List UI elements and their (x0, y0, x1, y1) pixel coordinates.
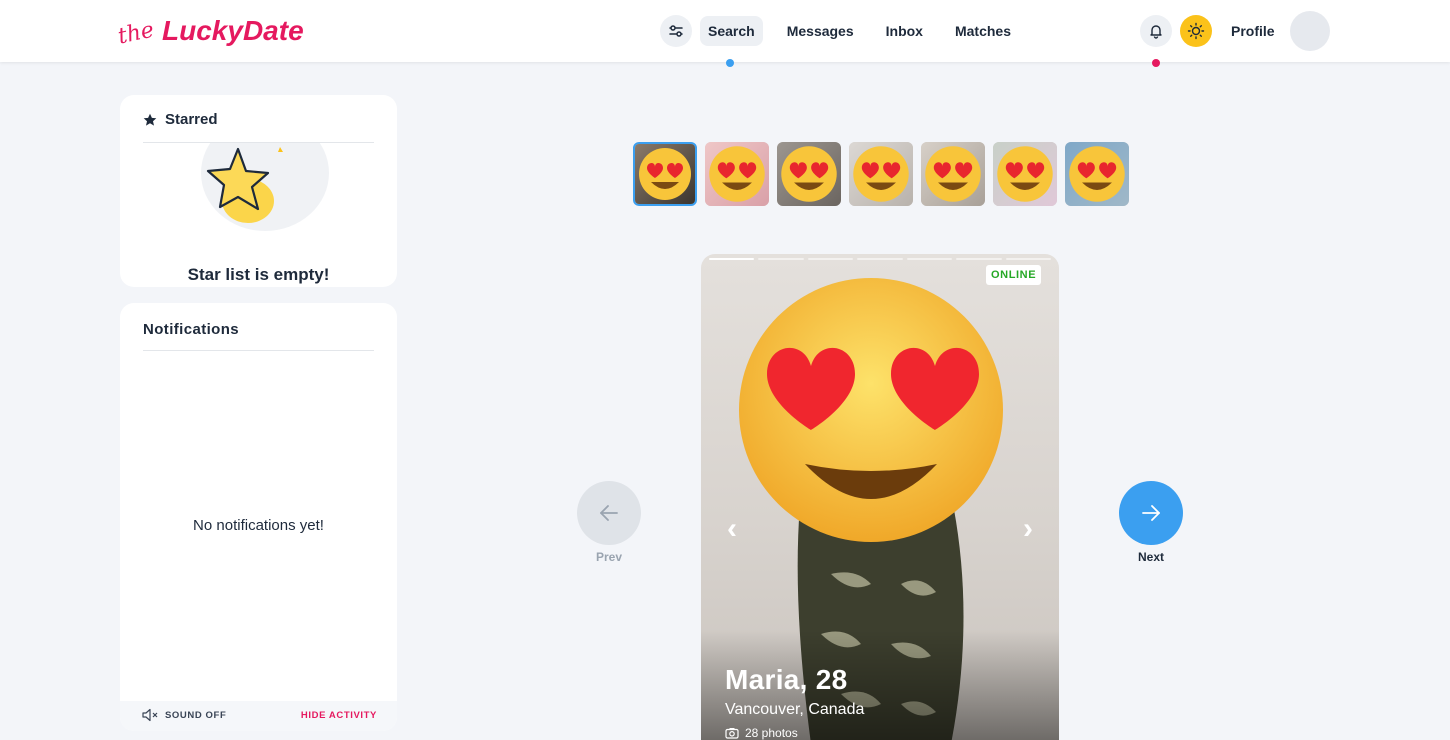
notifications-title: Notifications (143, 321, 374, 351)
nav-inbox[interactable]: Inbox (878, 16, 931, 46)
notifications-button[interactable] (1140, 15, 1172, 47)
thumbnail[interactable] (849, 142, 913, 206)
profile-card[interactable]: ‹ › ONLINE Maria, 28 Vancouver, Canada 2… (701, 254, 1059, 740)
prev-label: Prev (595, 550, 623, 564)
profile-link[interactable]: Profile (1231, 23, 1275, 39)
notifications-empty-text: No notifications yet! (193, 517, 324, 534)
speaker-muted-icon (142, 708, 158, 722)
heart-eyes-emoji-icon (781, 146, 837, 202)
heart-eyes-emoji-icon (739, 278, 1003, 542)
starred-panel: Starred Star list is empty! (120, 95, 397, 287)
hide-activity-button[interactable]: HIDE ACTIVITY (301, 710, 377, 721)
nav-matches[interactable]: Matches (947, 16, 1019, 46)
photo-count-label: 28 photos (745, 726, 798, 740)
thumbnail[interactable] (633, 142, 697, 206)
photo-count: 28 photos (725, 726, 798, 740)
card-prev-photo[interactable]: ‹ (727, 512, 737, 546)
sun-icon (1187, 22, 1205, 40)
prev-button[interactable] (577, 481, 641, 545)
heart-eyes-emoji-icon (639, 148, 691, 200)
heart-eyes-emoji-icon (925, 146, 981, 202)
notification-dot (1152, 59, 1160, 67)
star-icon (143, 113, 157, 126)
top-header: the LuckyDate Search Messages Inbox Matc… (0, 0, 1450, 67)
arrow-left-icon (600, 505, 618, 521)
notifications-panel: Notifications No notifications yet! SOUN… (120, 303, 397, 731)
avatar[interactable] (1290, 11, 1330, 51)
active-tab-indicator (726, 59, 734, 67)
thumbnail[interactable] (921, 142, 985, 206)
logo[interactable]: the LuckyDate (115, 8, 304, 54)
starred-header: Starred (143, 111, 374, 143)
thumbnail[interactable] (705, 142, 769, 206)
nav-messages[interactable]: Messages (779, 16, 862, 46)
heart-eyes-emoji-icon (1069, 146, 1125, 202)
nav-search[interactable]: Search (700, 16, 763, 46)
card-next-photo[interactable]: › (1023, 512, 1033, 546)
next-label: Next (1137, 550, 1164, 564)
logo-name: LuckyDate (162, 15, 304, 46)
starred-title: Starred (165, 111, 218, 128)
photo-progress (709, 258, 1051, 260)
notifications-footer: SOUND OFF HIDE ACTIVITY (120, 701, 397, 731)
profile-name-age: Maria, 28 (725, 664, 848, 695)
theme-toggle[interactable] (1180, 15, 1212, 47)
heart-eyes-emoji-icon (997, 146, 1053, 202)
star-illustration (190, 115, 330, 239)
camera-icon (725, 728, 739, 739)
sliders-icon (669, 25, 683, 37)
main-nav: Search Messages Inbox Matches (660, 15, 1027, 47)
filter-button[interactable] (660, 15, 692, 47)
bell-icon (1150, 25, 1162, 39)
profile-location: Vancouver, Canada (725, 701, 865, 718)
arrow-right-icon (1142, 505, 1160, 521)
next-button[interactable] (1119, 481, 1183, 545)
online-badge: ONLINE (986, 265, 1042, 285)
thumbnail[interactable] (993, 142, 1057, 206)
thumbnail[interactable] (777, 142, 841, 206)
sound-label: SOUND OFF (165, 709, 227, 721)
heart-eyes-emoji-icon (709, 146, 765, 202)
thumbnail[interactable] (1065, 142, 1129, 206)
sound-toggle[interactable]: SOUND OFF (141, 708, 226, 722)
starred-empty-text: Star list is empty! (187, 265, 330, 284)
logo-prefix: the (115, 17, 157, 50)
heart-eyes-emoji-icon (853, 146, 909, 202)
photo-thumbnails (633, 142, 1129, 206)
